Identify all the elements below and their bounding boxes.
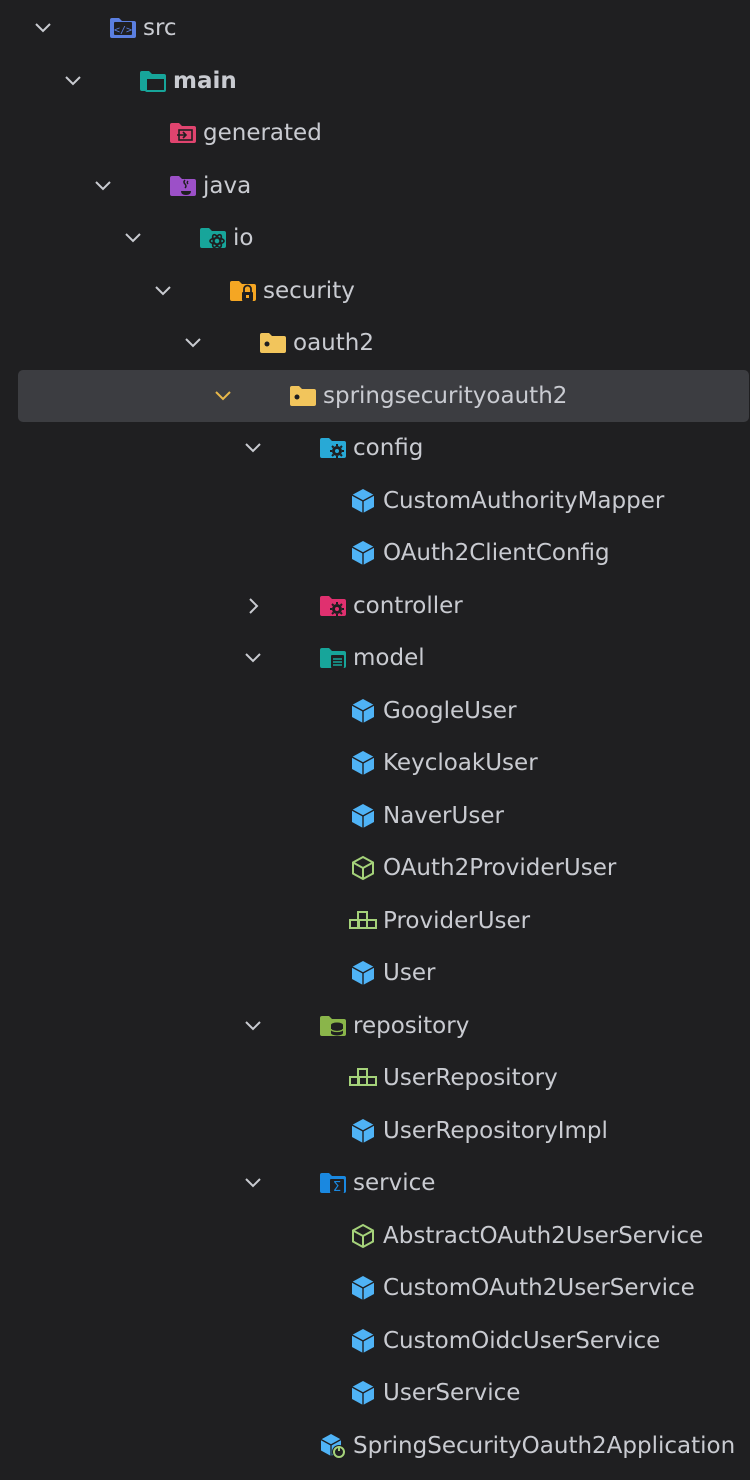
tree-item-customoauth2userservice[interactable]: CustomOAuth2UserService bbox=[18, 1262, 749, 1314]
tree-item-label: oauth2 bbox=[293, 330, 374, 356]
abstract-class-icon bbox=[348, 853, 378, 883]
chevron-down-icon[interactable] bbox=[240, 1013, 266, 1039]
chevron-down-icon[interactable] bbox=[90, 173, 116, 199]
chevron-down-icon[interactable] bbox=[30, 15, 56, 41]
tree-item-user[interactable]: User bbox=[18, 947, 749, 999]
module-folder-icon bbox=[138, 66, 168, 96]
tree-item-label: SpringSecurityOauth2Application bbox=[353, 1432, 736, 1459]
generated-folder-icon bbox=[168, 118, 198, 148]
tree-item-label: model bbox=[353, 645, 425, 671]
java-source-folder-icon bbox=[168, 171, 198, 201]
interface-icon bbox=[348, 906, 378, 936]
tree-item-label: config bbox=[353, 435, 424, 461]
class-icon bbox=[348, 958, 378, 988]
tree-item-label: generated bbox=[203, 120, 322, 146]
tree-item-label: GoogleUser bbox=[383, 697, 517, 724]
interface-icon bbox=[348, 1063, 378, 1093]
service-folder-icon: Σ bbox=[318, 1168, 348, 1198]
tree-item-oauth2provideruser[interactable]: OAuth2ProviderUser bbox=[18, 842, 749, 894]
tree-item-label: CustomAuthorityMapper bbox=[383, 487, 665, 514]
tree-item-controller[interactable]: controller bbox=[18, 580, 749, 632]
tree-item-label: KeycloakUser bbox=[383, 750, 538, 776]
security-folder-icon bbox=[228, 276, 258, 306]
chevron-down-icon[interactable] bbox=[240, 645, 266, 671]
spring-boot-application-class-icon bbox=[318, 1431, 348, 1461]
svg-text:</>: </> bbox=[114, 25, 132, 36]
tree-item-model[interactable]: model bbox=[18, 632, 749, 684]
chevron-down-icon[interactable] bbox=[150, 278, 176, 304]
tree-item-label: NaverUser bbox=[383, 802, 504, 829]
chevron-down-icon[interactable] bbox=[240, 435, 266, 461]
tree-item-customoidcuserservice[interactable]: CustomOidcUserService bbox=[18, 1315, 749, 1367]
chevron-right-icon[interactable] bbox=[240, 593, 266, 619]
abstract-class-icon bbox=[348, 1221, 378, 1251]
tree-item-label: UserService bbox=[383, 1380, 521, 1406]
tree-item-label: java bbox=[203, 172, 252, 199]
tree-item-label: User bbox=[383, 960, 436, 986]
tree-item-label: UserRepositoryImpl bbox=[383, 1117, 608, 1144]
tree-item-springsecurityoauth2[interactable]: springsecurityoauth2 bbox=[18, 369, 749, 422]
project-tree: </> src main generated java io security o… bbox=[0, 0, 750, 1480]
tree-item-userrepositoryimpl[interactable]: UserRepositoryImpl bbox=[18, 1105, 749, 1157]
class-icon bbox=[348, 1378, 378, 1408]
repository-folder-icon bbox=[318, 1011, 348, 1041]
tree-item-label: security bbox=[263, 277, 355, 304]
tree-item-service[interactable]: Σservice bbox=[18, 1157, 749, 1209]
tree-item-label: controller bbox=[353, 592, 463, 619]
class-icon bbox=[348, 538, 378, 568]
class-icon bbox=[348, 1116, 378, 1146]
model-folder-icon bbox=[318, 643, 348, 673]
tree-item-provideruser[interactable]: ProviderUser bbox=[18, 895, 749, 947]
controller-folder-icon bbox=[318, 591, 348, 621]
tree-item-repository[interactable]: repository bbox=[18, 1000, 749, 1052]
class-icon bbox=[348, 748, 378, 778]
tree-item-oauth2[interactable]: oauth2 bbox=[18, 317, 749, 369]
source-root-folder-icon: </> bbox=[108, 13, 138, 43]
chevron-down-icon[interactable] bbox=[60, 68, 86, 94]
chevron-down-icon[interactable] bbox=[240, 1170, 266, 1196]
svg-text:Σ: Σ bbox=[333, 1180, 341, 1195]
tree-item-springsecurityoauth2application[interactable]: SpringSecurityOauth2Application bbox=[18, 1420, 749, 1472]
class-icon bbox=[348, 801, 378, 831]
tree-item-userservice[interactable]: UserService bbox=[18, 1367, 749, 1419]
tree-item-abstractoauth2userservice[interactable]: AbstractOAuth2UserService bbox=[18, 1210, 749, 1262]
config-folder-icon bbox=[318, 433, 348, 463]
tree-item-label: CustomOidcUserService bbox=[383, 1327, 661, 1354]
package-folder-icon bbox=[258, 328, 288, 358]
tree-item-googleuser[interactable]: GoogleUser bbox=[18, 685, 749, 737]
tree-item-label: OAuth2ProviderUser bbox=[383, 855, 617, 881]
tree-item-customauthoritymapper[interactable]: CustomAuthorityMapper bbox=[18, 475, 749, 527]
class-icon bbox=[348, 696, 378, 726]
class-icon bbox=[348, 1273, 378, 1303]
tree-item-label: springsecurityoauth2 bbox=[323, 382, 568, 409]
tree-item-label: ProviderUser bbox=[383, 907, 531, 934]
chevron-down-icon[interactable] bbox=[120, 225, 146, 251]
tree-item-label: src bbox=[143, 15, 177, 41]
tree-item-label: service bbox=[353, 1170, 436, 1196]
chevron-down-icon[interactable] bbox=[210, 383, 236, 409]
tree-item-label: OAuth2ClientConfig bbox=[383, 540, 610, 566]
tree-item-label: CustomOAuth2UserService bbox=[383, 1275, 695, 1301]
chevron-down-icon[interactable] bbox=[180, 330, 206, 356]
tree-item-src[interactable]: </> src bbox=[18, 2, 749, 54]
tree-item-config[interactable]: config bbox=[18, 422, 749, 474]
tree-item-label: UserRepository bbox=[383, 1065, 558, 1091]
tree-item-keycloakuser[interactable]: KeycloakUser bbox=[18, 737, 749, 789]
tree-item-security[interactable]: security bbox=[18, 265, 749, 317]
tree-item-oauth2clientconfig[interactable]: OAuth2ClientConfig bbox=[18, 527, 749, 579]
package-folder-icon bbox=[288, 381, 318, 411]
tree-item-naveruser[interactable]: NaverUser bbox=[18, 790, 749, 842]
tree-item-label: main bbox=[173, 67, 237, 94]
class-icon bbox=[348, 486, 378, 516]
package-io-folder-icon bbox=[198, 223, 228, 253]
tree-item-main[interactable]: main bbox=[18, 55, 749, 107]
tree-item-label: io bbox=[233, 225, 254, 251]
tree-item-java[interactable]: java bbox=[18, 160, 749, 212]
class-icon bbox=[348, 1326, 378, 1356]
tree-item-io[interactable]: io bbox=[18, 212, 749, 264]
tree-item-userrepository[interactable]: UserRepository bbox=[18, 1052, 749, 1104]
tree-item-label: repository bbox=[353, 1012, 470, 1039]
tree-item-label: AbstractOAuth2UserService bbox=[383, 1222, 704, 1249]
tree-item-generated[interactable]: generated bbox=[18, 107, 749, 159]
